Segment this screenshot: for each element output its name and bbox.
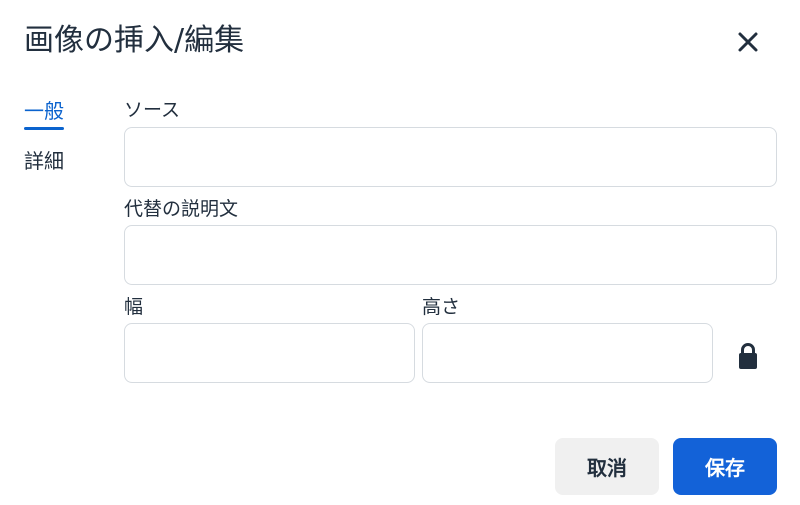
close-button[interactable]: [728, 24, 768, 60]
image-dialog: 画像の挿入/編集 一般 詳細 ソース 代替の説明文 幅 高さ 取消 保存: [0, 0, 800, 505]
height-label: 高さ: [422, 296, 461, 318]
height-input[interactable]: [422, 323, 713, 383]
dialog-title: 画像の挿入/編集: [24, 23, 245, 58]
tab-general[interactable]: 一般: [24, 97, 64, 130]
cancel-button[interactable]: 取消: [555, 438, 659, 495]
tab-advanced[interactable]: 詳細: [24, 147, 64, 175]
close-icon: [738, 32, 758, 52]
alt-text-label: 代替の説明文: [124, 198, 239, 220]
constrain-proportions-button[interactable]: [730, 336, 766, 376]
width-label: 幅: [124, 296, 144, 318]
width-input[interactable]: [124, 323, 415, 383]
alt-text-input[interactable]: [124, 225, 777, 285]
source-input[interactable]: [124, 127, 777, 187]
lock-icon: [739, 343, 757, 369]
source-label: ソース: [124, 99, 181, 121]
save-button[interactable]: 保存: [673, 438, 777, 495]
